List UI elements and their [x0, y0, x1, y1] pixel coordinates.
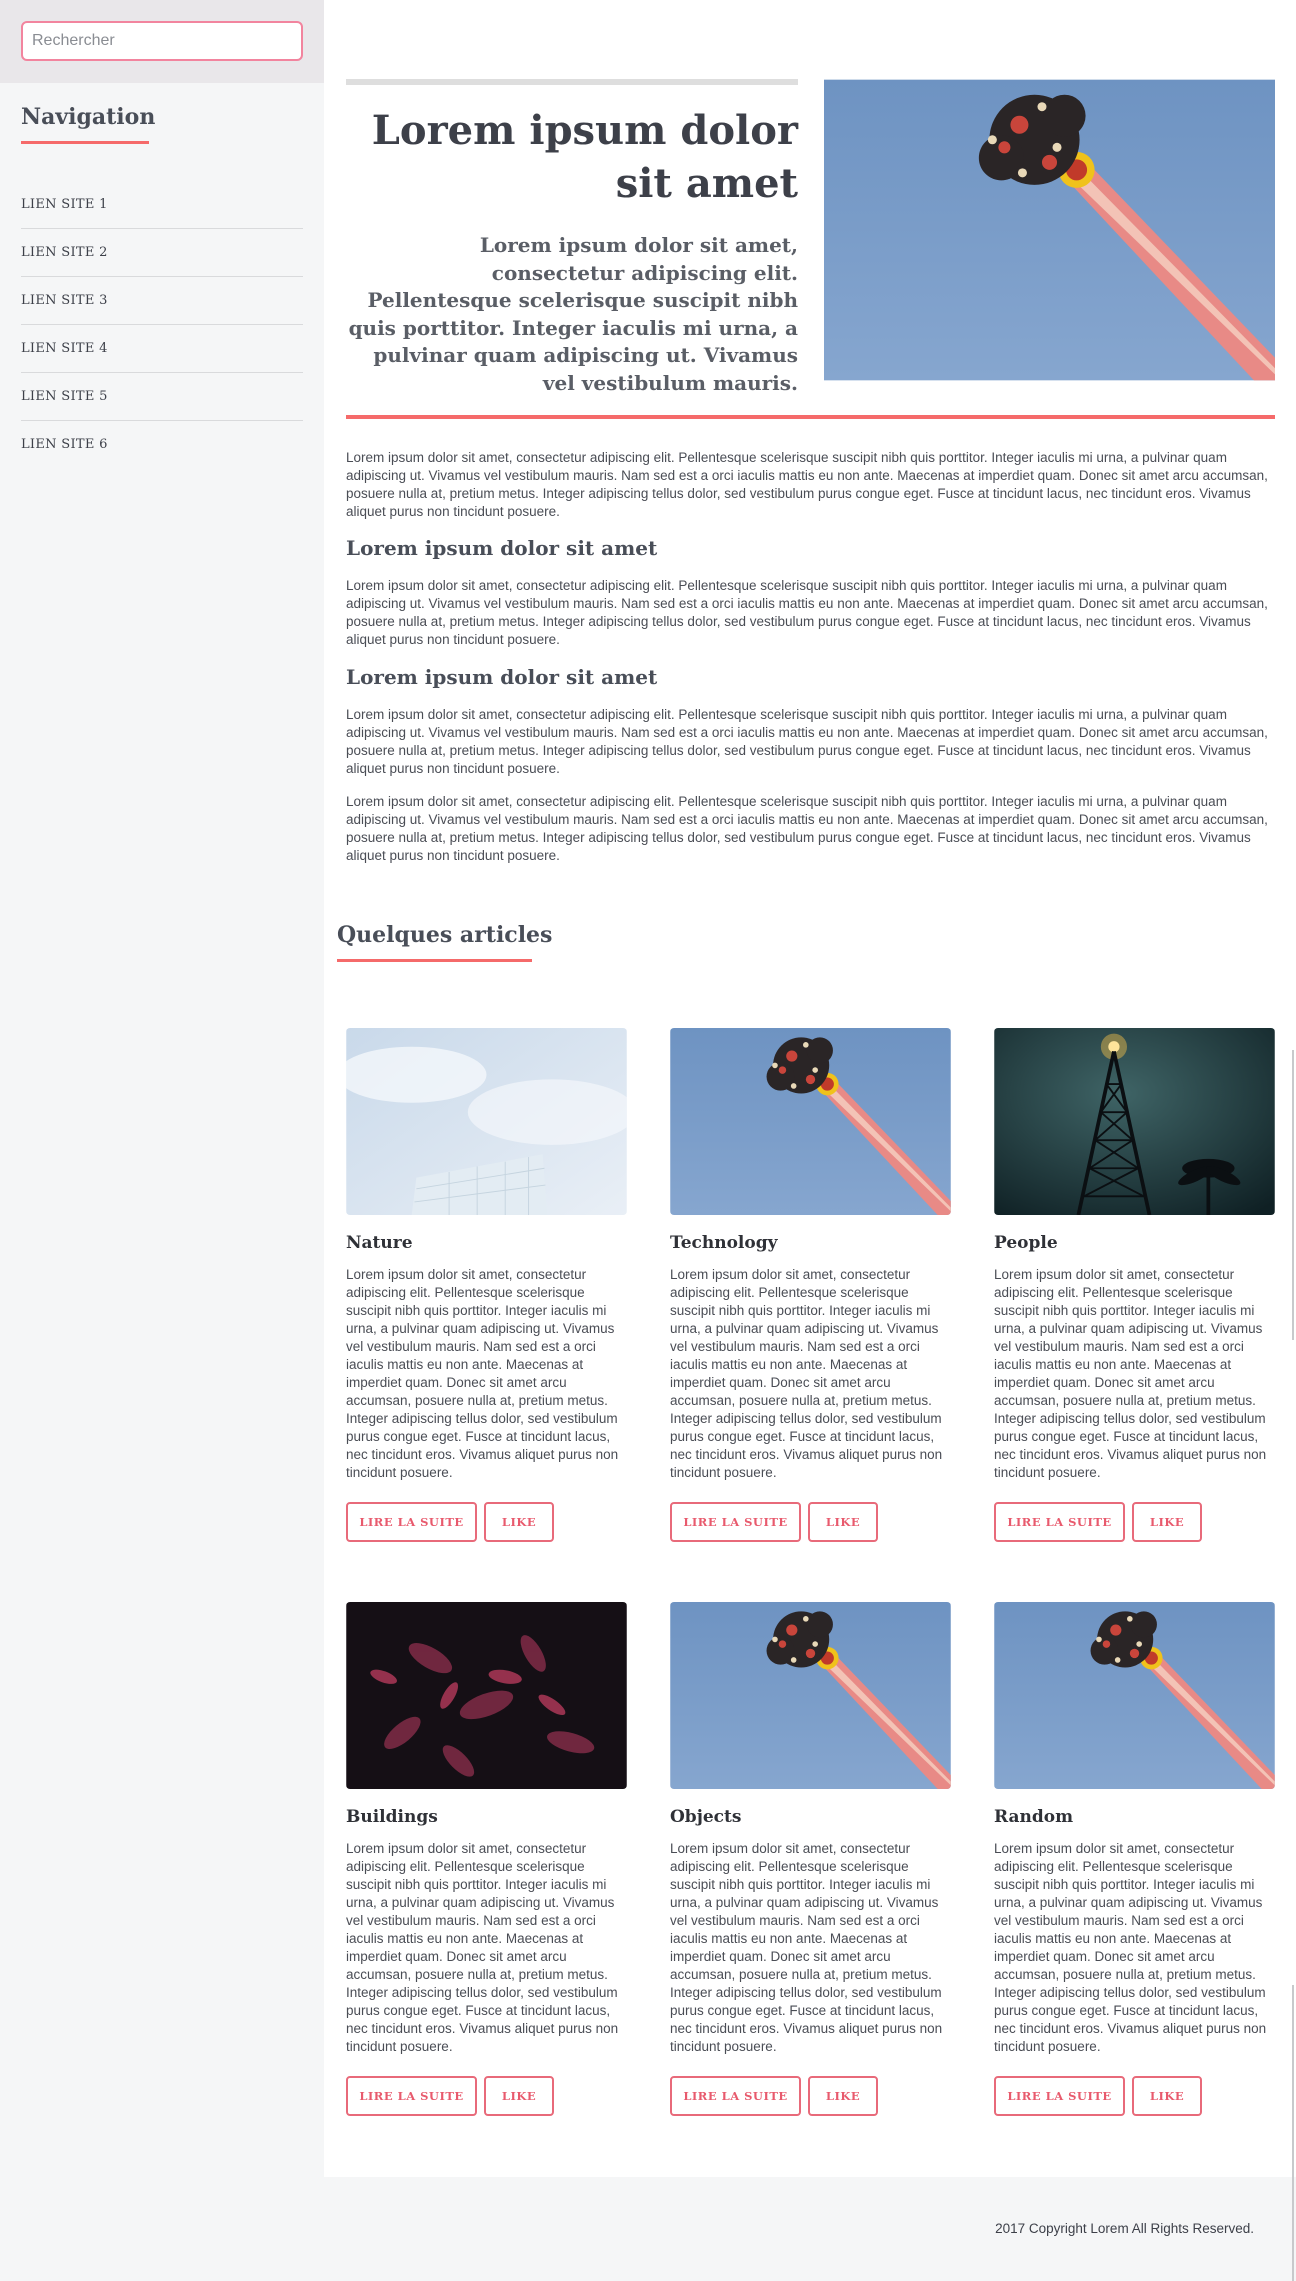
article-card-buildings: Buildings Lorem ipsum dolor sit amet, co… — [346, 1602, 627, 2116]
like-button[interactable]: LIKE — [1132, 2076, 1202, 2116]
article-card-random: Random Lorem ipsum dolor sit amet, conse… — [994, 1602, 1275, 2116]
article-text: Lorem ipsum dolor sit amet, consectetur … — [994, 1841, 1267, 2054]
article-image-random[interactable] — [994, 1602, 1275, 1789]
banner-subtitle: Lorem ipsum dolor sit amet, consectetur … — [348, 233, 798, 395]
article-text: Lorem ipsum dolor sit amet, consectetur … — [346, 1841, 619, 2054]
sidebar-item-lien-6[interactable]: LIEN SITE 6 — [21, 421, 303, 469]
article-image-buildings[interactable] — [346, 1602, 627, 1789]
paragraph-3: Lorem ipsum dolor sit amet, consectetur … — [346, 707, 1268, 776]
banner-divider — [346, 415, 1275, 419]
articles-title: Quelques articles — [337, 922, 553, 948]
articles-title-underline — [337, 959, 532, 962]
like-button[interactable]: LIKE — [484, 2076, 554, 2116]
sidebar-item-lien-4[interactable]: LIEN SITE 4 — [21, 325, 303, 373]
article-actions: LIRE LA SUITE LIKE — [994, 1502, 1275, 1542]
banner-image — [824, 79, 1275, 381]
sidebar-item-lien-1[interactable]: LIEN SITE 1 — [21, 181, 303, 229]
nav-title-underline — [21, 141, 149, 144]
article-image-people[interactable] — [994, 1028, 1275, 1215]
search-bar — [0, 0, 324, 83]
article-title: Technology — [670, 1233, 778, 1253]
read-more-button[interactable]: LIRE LA SUITE — [670, 1502, 801, 1542]
banner-top-bar — [346, 79, 798, 85]
article-image-objects[interactable] — [670, 1602, 951, 1789]
like-button[interactable]: LIKE — [808, 2076, 878, 2116]
like-button[interactable]: LIKE — [808, 1502, 878, 1542]
article-text: Lorem ipsum dolor sit amet, consectetur … — [670, 1841, 943, 2054]
read-more-button[interactable]: LIRE LA SUITE — [994, 2076, 1125, 2116]
article-title: Nature — [346, 1233, 413, 1253]
article-actions: LIRE LA SUITE LIKE — [994, 2076, 1275, 2116]
scrollbar-track-lower — [1292, 1985, 1294, 2281]
article-title: Objects — [670, 1807, 742, 1827]
read-more-button[interactable]: LIRE LA SUITE — [346, 1502, 477, 1542]
sidebar-item-lien-3[interactable]: LIEN SITE 3 — [21, 277, 303, 325]
article-title: People — [994, 1233, 1058, 1253]
article-image-nature[interactable] — [346, 1028, 627, 1215]
article-title: Buildings — [346, 1807, 438, 1827]
article-actions: LIRE LA SUITE LIKE — [346, 1502, 627, 1542]
article-actions: LIRE LA SUITE LIKE — [670, 1502, 951, 1542]
article-text: Lorem ipsum dolor sit amet, consectetur … — [346, 1267, 619, 1480]
paragraph-2: Lorem ipsum dolor sit amet, consectetur … — [346, 578, 1268, 647]
like-button[interactable]: LIKE — [484, 1502, 554, 1542]
paragraph-4: Lorem ipsum dolor sit amet, consectetur … — [346, 794, 1268, 863]
paragraph-1: Lorem ipsum dolor sit amet, consectetur … — [346, 450, 1268, 519]
section-heading-1: Lorem ipsum dolor sit amet — [346, 536, 658, 560]
like-button[interactable]: LIKE — [1132, 1502, 1202, 1542]
article-actions: LIRE LA SUITE LIKE — [670, 2076, 951, 2116]
read-more-button[interactable]: LIRE LA SUITE — [994, 1502, 1125, 1542]
sidebar: Navigation LIEN SITE 1 LIEN SITE 2 LIEN … — [0, 0, 324, 2281]
section-heading-2: Lorem ipsum dolor sit amet — [346, 665, 658, 689]
nav-title: Navigation — [21, 104, 156, 130]
article-text: Lorem ipsum dolor sit amet, consectetur … — [670, 1267, 943, 1480]
article-card-technology: Technology Lorem ipsum dolor sit amet, c… — [670, 1028, 951, 1542]
article-card-nature: Nature Lorem ipsum dolor sit amet, conse… — [346, 1028, 627, 1542]
article-card-people: People Lorem ipsum dolor sit amet, conse… — [994, 1028, 1275, 1542]
article-actions: LIRE LA SUITE LIKE — [346, 2076, 627, 2116]
banner-title: Lorem ipsum dolor sit amet — [371, 107, 798, 207]
search-input[interactable] — [21, 21, 303, 61]
sidebar-item-lien-2[interactable]: LIEN SITE 2 — [21, 229, 303, 277]
article-title: Random — [994, 1807, 1074, 1827]
scrollbar[interactable] — [1292, 1050, 1294, 1340]
article-card-objects: Objects Lorem ipsum dolor sit amet, cons… — [670, 1602, 951, 2116]
main-content: Lorem ipsum dolor sit amet Lorem ipsum d… — [324, 0, 1296, 2177]
read-more-button[interactable]: LIRE LA SUITE — [346, 2076, 477, 2116]
sidebar-item-lien-5[interactable]: LIEN SITE 5 — [21, 373, 303, 421]
article-image-technology[interactable] — [670, 1028, 951, 1215]
nav-list: LIEN SITE 1 LIEN SITE 2 LIEN SITE 3 LIEN… — [21, 181, 303, 469]
article-text: Lorem ipsum dolor sit amet, consectetur … — [994, 1267, 1267, 1480]
read-more-button[interactable]: LIRE LA SUITE — [670, 2076, 801, 2116]
footer-copyright: 2017 Copyright Lorem All Rights Reserved… — [995, 2221, 1254, 2236]
